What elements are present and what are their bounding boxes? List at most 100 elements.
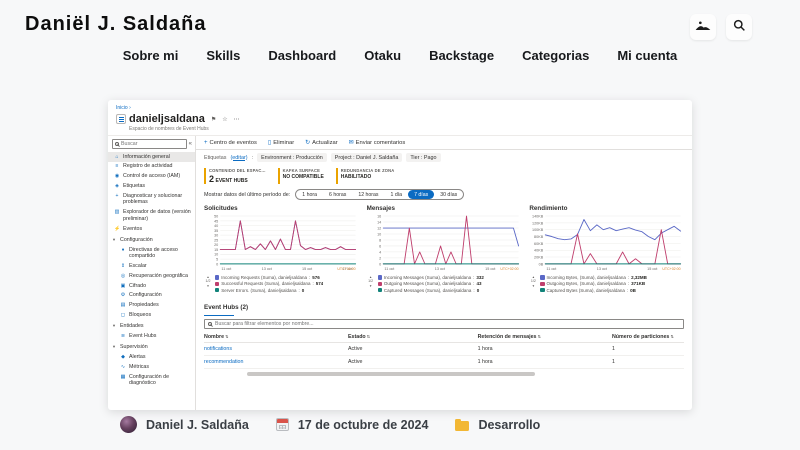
- theme-toggle-button[interactable]: [690, 14, 716, 40]
- badge-title: CONTENIDO DEL ESPAC...: [209, 168, 266, 173]
- column-header-retenci-n-de-mensajes[interactable]: Retención de mensajes ⇅: [478, 332, 612, 343]
- toolbar-actualizar[interactable]: ↻Actualizar: [305, 139, 337, 146]
- sort-icon[interactable]: ⇅: [366, 334, 370, 339]
- svg-text:140KB: 140KB: [532, 214, 544, 218]
- table-row[interactable]: recommendationActive1 hora1: [204, 356, 684, 369]
- chart-canvas: 161412108642011 oct13 oct15 octUTC+02:00: [367, 213, 522, 274]
- breadcrumb[interactable]: Inicio ›: [116, 105, 684, 111]
- legend-item: Outgoing Bytes, (Suma), danieljsaldana :…: [540, 281, 647, 286]
- pager-down-icon[interactable]: ▾: [370, 284, 372, 288]
- event-hubs-table: Nombre ⇅Estado ⇅Retención de mensajes ⇅N…: [204, 332, 684, 369]
- nav-item-dashboard[interactable]: Dashboard: [268, 48, 336, 63]
- sidebar-item-label: Eventos: [123, 226, 142, 233]
- nav-item-otaku[interactable]: Otaku: [364, 48, 401, 63]
- search-button[interactable]: [726, 14, 752, 40]
- geo-recovery-icon: ◎: [120, 273, 126, 279]
- tag-pill-tier-pago[interactable]: Tier : Pago: [406, 153, 440, 162]
- sidebar-item-configuraci-n[interactable]: ⚙Configuración: [108, 291, 195, 301]
- svg-text:15 oct: 15 oct: [302, 267, 313, 271]
- sidebar-search[interactable]: [112, 139, 187, 149]
- column-header-n-mero-de-particiones[interactable]: Número de particiones ⇅: [612, 332, 684, 343]
- post-meta: Daniel J. Saldaña 17 de octubre de 2024 …: [120, 416, 540, 433]
- sidebar-item-m-tricas[interactable]: ∿Métricas: [108, 362, 195, 372]
- time-option-30-d-as[interactable]: 30 días: [434, 190, 463, 199]
- column-header-nombre[interactable]: Nombre ⇅: [204, 332, 348, 343]
- event-hub-retention: 1 hora: [478, 356, 612, 369]
- pin-icon[interactable]: ⚑: [211, 116, 216, 123]
- sidebar-item-eventos[interactable]: ⚡Eventos: [108, 224, 195, 234]
- nav-item-skills[interactable]: Skills: [206, 48, 240, 63]
- time-option-7-d-as[interactable]: 7 días: [408, 190, 434, 199]
- sidebar-item-label: Recuperación geográfica: [129, 273, 188, 280]
- sidebar-item-explorador-de-datos-versi-n-preliminar[interactable]: ▥Explorador de datos (versión preliminar…: [108, 208, 195, 224]
- toolbar-centro-de-eventos[interactable]: +Centro de eventos: [204, 140, 257, 146]
- post-screenshot-azure-portal[interactable]: Inicio › danieljsaldana ⚑ ☆ ⋯ Espacio de…: [108, 100, 692, 410]
- time-range-label: Mostrar datos del último período de:: [204, 192, 290, 198]
- legend-pager[interactable]: ▴1/2▾: [367, 275, 375, 293]
- sidebar-collapse-icon[interactable]: «: [189, 141, 192, 147]
- time-option-1-hora[interactable]: 1 hora: [296, 190, 323, 199]
- refresh-icon: ↻: [305, 139, 310, 146]
- event-hubs-filter[interactable]: [204, 319, 684, 329]
- time-option-6-horas[interactable]: 6 horas: [323, 190, 352, 199]
- event-hubs-filter-input[interactable]: [215, 321, 680, 327]
- sidebar-item-supervisi-n[interactable]: ▾Supervisión: [108, 343, 195, 353]
- sidebar-item-label: Escalar: [129, 263, 147, 270]
- sidebar-item-label: Alertas: [129, 354, 146, 361]
- table-row[interactable]: notificationsActive1 hora1: [204, 343, 684, 356]
- sort-icon[interactable]: ⇅: [536, 334, 540, 339]
- nav-item-backstage[interactable]: Backstage: [429, 48, 494, 63]
- horizontal-scrollbar[interactable]: [247, 372, 535, 376]
- sidebar-item-cifrado[interactable]: ▣Cifrado: [108, 281, 195, 291]
- column-header-estado[interactable]: Estado ⇅: [348, 332, 478, 343]
- tag-pill-project-daniel-j-salda-a[interactable]: Project : Daniel J. Saldaña: [331, 153, 403, 162]
- toolbar-eliminar[interactable]: ▯Eliminar: [268, 139, 294, 146]
- sidebar-item-event-hubs[interactable]: ≋Event Hubs: [108, 332, 195, 342]
- legend-swatch: [540, 275, 544, 279]
- toolbar-enviar-comentarios[interactable]: ✉Enviar comentarios: [349, 139, 406, 146]
- author-name[interactable]: Daniel J. Saldaña: [146, 418, 249, 432]
- sidebar-item-configuraci-n[interactable]: ▾Configuración: [108, 235, 195, 245]
- sidebar-item-diagnosticar-y-solucionar-problemas[interactable]: +Diagnosticar y solucionar problemas: [108, 191, 195, 207]
- more-options-icon[interactable]: ⋯: [234, 116, 240, 123]
- nav-item-categorias[interactable]: Categorias: [522, 48, 589, 63]
- site-logo[interactable]: Daniël J. Saldaña: [25, 13, 207, 36]
- sort-icon[interactable]: ⇅: [224, 334, 228, 339]
- author-avatar[interactable]: [120, 416, 137, 433]
- sidebar-item-registro-de-actividad[interactable]: ≡Registro de actividad: [108, 162, 195, 172]
- svg-text:15 oct: 15 oct: [485, 267, 496, 271]
- search-icon: [115, 142, 119, 146]
- nav-item-sobre-mi[interactable]: Sobre mi: [123, 48, 179, 63]
- sort-icon[interactable]: ⇅: [669, 334, 673, 339]
- tags-edit-link[interactable]: (editar): [230, 155, 247, 161]
- post-category[interactable]: Desarrollo: [478, 418, 540, 432]
- sidebar-search-input[interactable]: [121, 141, 184, 147]
- sidebar-item-control-de-acceso-iam[interactable]: ◉Control de acceso (IAM): [108, 172, 195, 182]
- badge-count: 2: [209, 174, 214, 184]
- favorite-star-icon[interactable]: ☆: [222, 116, 227, 123]
- sidebar-item-bloqueos[interactable]: ◻Bloqueos: [108, 310, 195, 320]
- sidebar-item-entidades[interactable]: ▾Entidades: [108, 322, 195, 332]
- time-option-1-d-a[interactable]: 1 día: [385, 190, 409, 199]
- nav-item-mi-cuenta[interactable]: Mi cuenta: [617, 48, 677, 63]
- sidebar-item-directivas-de-acceso-compartido[interactable]: ♦Directivas de acceso compartido: [108, 245, 195, 261]
- chart-title: Mensajes: [367, 205, 522, 212]
- sidebar-item-alertas[interactable]: ◆Alertas: [108, 353, 195, 363]
- sidebar-item-configuraci-n-de-diagn-stico[interactable]: ▦Configuración de diagnóstico: [108, 372, 195, 388]
- event-hub-partitions: 1: [612, 356, 684, 369]
- svg-text:0: 0: [379, 262, 381, 266]
- legend-pager[interactable]: ▴1/2▾: [529, 275, 537, 293]
- pager-down-icon[interactable]: ▾: [532, 284, 534, 288]
- event-hub-name-link[interactable]: recommendation: [204, 356, 348, 369]
- sidebar-item-recuperaci-n-geogr-fica[interactable]: ◎Recuperación geográfica: [108, 271, 195, 281]
- sidebar-item-escalar[interactable]: ⇕Escalar: [108, 262, 195, 272]
- time-option-12-horas[interactable]: 12 horas: [352, 190, 384, 199]
- event-hub-name-link[interactable]: notifications: [204, 343, 348, 356]
- sidebar-item-etiquetas[interactable]: ◈Etiquetas: [108, 181, 195, 191]
- pager-down-icon[interactable]: ▾: [207, 284, 209, 288]
- sidebar-item-propiedades[interactable]: ▤Propiedades: [108, 301, 195, 311]
- legend-pager[interactable]: ▴1/2▾: [204, 275, 212, 293]
- sidebar-item-informaci-n-general[interactable]: ⌂Información general: [108, 152, 195, 162]
- tag-pill-environment-producci-n[interactable]: Environment : Producción: [257, 153, 327, 162]
- chevron-down-icon: ▾: [111, 323, 117, 329]
